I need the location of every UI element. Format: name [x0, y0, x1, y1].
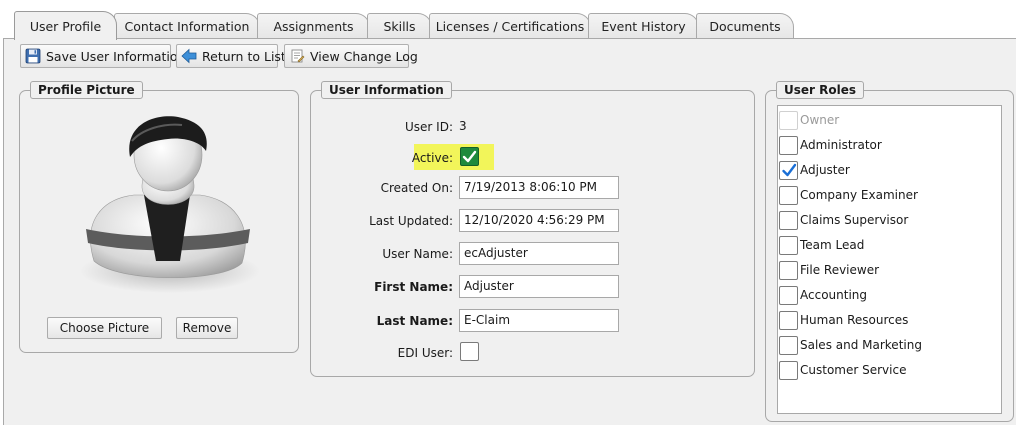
role-checkbox — [779, 110, 798, 130]
checkmark-icon — [782, 163, 797, 176]
save-user-information-button[interactable]: Save User Information — [20, 44, 185, 68]
role-company-examiner[interactable]: Company Examiner — [779, 185, 918, 205]
role-team-lead[interactable]: Team Lead — [779, 235, 864, 255]
active-label: Active: — [411, 151, 453, 165]
role-checkbox[interactable] — [779, 285, 798, 305]
role-label: Team Lead — [800, 238, 865, 252]
created-on-label: Created On: — [380, 181, 453, 195]
role-label: Owner — [800, 113, 840, 127]
first-name-label: First Name: — [374, 280, 453, 294]
role-checkbox[interactable] — [779, 310, 798, 330]
edi-user-checkbox[interactable] — [460, 342, 479, 361]
last-name-field[interactable]: E-Claim — [459, 309, 619, 332]
role-label: Adjuster — [800, 163, 850, 177]
role-label: Claims Supervisor — [800, 213, 909, 227]
role-human-resources[interactable]: Human Resources — [779, 310, 908, 330]
save-user-information-label: Save User Information — [46, 48, 186, 64]
role-adjuster[interactable]: Adjuster — [779, 160, 850, 180]
floppy-disk-icon — [25, 48, 41, 64]
role-file-reviewer[interactable]: File Reviewer — [779, 260, 879, 280]
user-id-label: User ID: — [405, 120, 453, 134]
document-log-icon — [291, 49, 305, 63]
created-on-field[interactable]: 7/19/2013 8:06:10 PM — [459, 176, 619, 199]
profile-picture-title: Profile Picture — [30, 81, 143, 99]
user-roles-list: Owner Administrator Adjuster Company Exa… — [777, 105, 1002, 414]
active-checkbox[interactable] — [460, 147, 479, 166]
role-administrator[interactable]: Administrator — [779, 135, 882, 155]
checkmark-icon — [462, 150, 477, 163]
role-label: File Reviewer — [800, 263, 880, 277]
user-information-title: User Information — [321, 81, 452, 99]
role-checkbox[interactable] — [779, 185, 798, 205]
role-sales-and-marketing[interactable]: Sales and Marketing — [779, 335, 922, 355]
first-name-field[interactable]: Adjuster — [459, 275, 619, 298]
left-arrow-icon — [181, 48, 197, 64]
role-owner: Owner — [779, 110, 839, 130]
return-to-list-button[interactable]: Return to List — [176, 44, 286, 68]
role-checkbox[interactable] — [779, 135, 798, 155]
role-accounting[interactable]: Accounting — [779, 285, 867, 305]
tab-event-history[interactable]: Event History — [588, 13, 699, 39]
return-to-list-label: Return to List — [202, 48, 286, 64]
tab-user-profile[interactable]: User Profile — [14, 11, 117, 40]
user-id-value: 3 — [459, 119, 467, 133]
role-label: Customer Service — [800, 363, 907, 377]
user-name-label: User Name: — [382, 247, 453, 261]
role-checkbox[interactable] — [779, 160, 798, 180]
role-label: Administrator — [800, 138, 882, 152]
user-avatar-silhouette — [80, 116, 260, 293]
tab-licenses-certifications[interactable]: Licenses / Certifications — [429, 13, 591, 39]
role-checkbox[interactable] — [779, 360, 798, 380]
user-roles-title: User Roles — [776, 81, 864, 99]
role-label: Accounting — [800, 288, 868, 302]
tab-documents[interactable]: Documents — [696, 13, 794, 39]
last-updated-label: Last Updated: — [369, 214, 453, 228]
role-customer-service[interactable]: Customer Service — [779, 360, 906, 380]
role-checkbox[interactable] — [779, 235, 798, 255]
role-checkbox[interactable] — [779, 210, 798, 230]
view-change-log-button[interactable]: View Change Log — [284, 44, 418, 68]
view-change-log-label: View Change Log — [310, 48, 418, 64]
role-label: Company Examiner — [800, 188, 918, 202]
role-label: Human Resources — [800, 313, 909, 327]
tab-assignments[interactable]: Assignments — [257, 13, 370, 39]
last-name-label: Last Name: — [376, 314, 453, 328]
choose-picture-button[interactable]: Choose Picture — [47, 317, 162, 339]
role-claims-supervisor[interactable]: Claims Supervisor — [779, 210, 908, 230]
tab-bar: User Profile Contact Information Assignm… — [0, 0, 1016, 40]
tab-contact-information[interactable]: Contact Information — [114, 13, 260, 39]
tab-skills[interactable]: Skills — [367, 13, 432, 39]
role-checkbox[interactable] — [779, 335, 798, 355]
user-name-field[interactable]: ecAdjuster — [459, 242, 619, 265]
role-checkbox[interactable] — [779, 260, 798, 280]
last-updated-field[interactable]: 12/10/2020 4:56:29 PM — [459, 209, 619, 232]
edi-user-label: EDI User: — [397, 346, 453, 360]
remove-picture-button[interactable]: Remove — [176, 317, 238, 339]
role-label: Sales and Marketing — [800, 338, 922, 352]
profile-picture-group: Profile Picture Choose Picture Remove — [19, 81, 299, 353]
